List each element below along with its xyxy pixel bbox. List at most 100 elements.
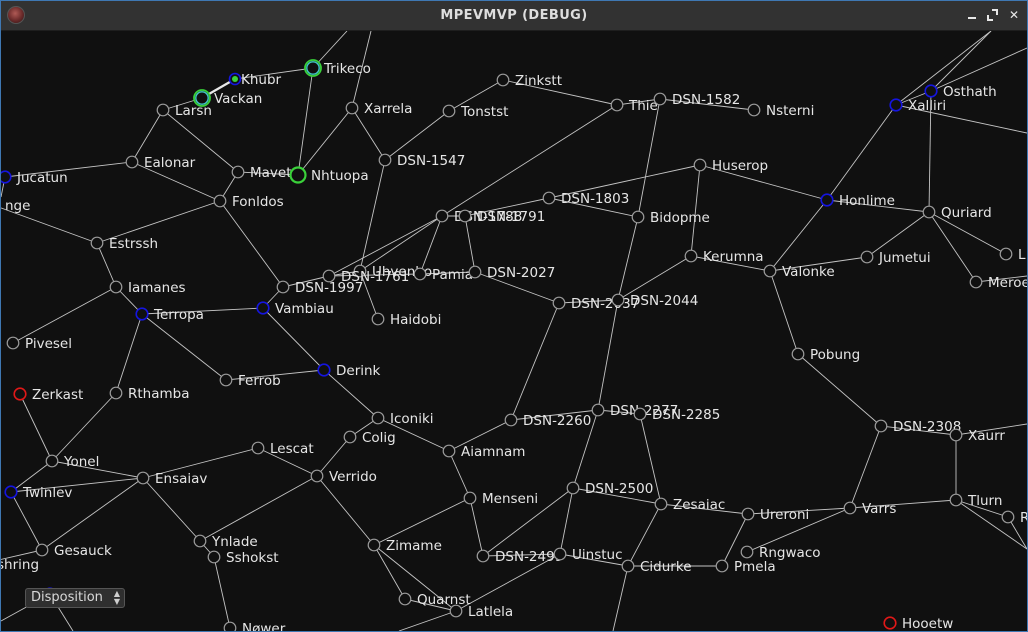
system-node-shring[interactable]: shring <box>1 557 39 573</box>
system-node-aiamnam[interactable]: Aiamnam <box>442 444 525 460</box>
system-marker-thie <box>610 98 624 112</box>
system-marker-ureroni <box>741 507 755 521</box>
system-node-meroe[interactable]: Meroe <box>969 275 1027 291</box>
system-node-verrido[interactable]: Verrido <box>310 469 377 485</box>
system-node-vambiau[interactable]: Vambiau <box>256 301 334 317</box>
system-node-pamia[interactable]: Pamia <box>413 267 473 283</box>
system-node-xaurr[interactable]: Xaurr <box>949 428 1005 444</box>
system-label-latlela: Latlela <box>468 604 513 620</box>
system-node-mavet[interactable]: Mavet <box>231 165 292 181</box>
system-node-dsn1803[interactable]: DSN-1803 <box>542 191 629 207</box>
system-node-rthamba[interactable]: Rthamba <box>109 386 190 402</box>
system-node-haidobi[interactable]: Haidobi <box>371 312 441 328</box>
system-label-varrs: Varrs <box>862 501 896 517</box>
system-marker-iamanes <box>109 280 123 294</box>
system-marker-larsn <box>156 103 170 117</box>
system-marker-bidopme <box>631 210 645 224</box>
galaxy-map[interactable]: Khubr Trikeco VackanLarsn Xarrela Zinkstt Ton… <box>1 31 1027 631</box>
system-label-haidobi: Haidobi <box>390 312 441 328</box>
system-node-iamanes[interactable]: Iamanes <box>109 280 186 296</box>
system-node-nhtuopa[interactable]: Nhtuopa <box>289 166 369 185</box>
system-label-huserop: Huserop <box>712 158 768 174</box>
system-node-zinkstt[interactable]: Zinkstt <box>496 73 562 89</box>
system-node-ledge[interactable]: L <box>999 247 1026 263</box>
system-node-inge[interactable]: nge <box>1 198 30 214</box>
system-node-cidurke[interactable]: Cidurke <box>621 559 692 575</box>
system-node-varrs[interactable]: Varrs <box>843 501 896 517</box>
system-node-ureroni[interactable]: Ureroni <box>741 507 809 523</box>
system-node-dsn1547[interactable]: DSN-1547 <box>378 153 465 169</box>
system-node-pmela[interactable]: Pmela <box>715 559 776 575</box>
system-node-nsterni[interactable]: Nsterni <box>747 103 814 119</box>
system-node-ealonar[interactable]: Ealonar <box>125 155 196 171</box>
system-node-dsn2037[interactable]: DSN-2037 <box>552 296 639 312</box>
system-node-zerkast[interactable]: Zerkast <box>13 387 83 403</box>
system-node-zimame[interactable]: Zimame <box>367 538 442 554</box>
system-label-verrido: Verrido <box>329 469 377 485</box>
system-node-hooetw[interactable]: Hooetw <box>883 616 953 631</box>
system-node-dsn2027[interactable]: DSN-2027 <box>468 265 555 281</box>
system-node-gesauck[interactable]: Gesauck <box>35 543 112 559</box>
system-marker-dsn2500 <box>566 481 580 495</box>
system-node-jumetui[interactable]: Jumetui <box>860 250 931 266</box>
system-node-dsn2499[interactable]: DSN-2499 <box>476 549 563 565</box>
system-node-honlime[interactable]: Honlime <box>820 193 895 209</box>
system-marker-terropa <box>135 307 149 321</box>
system-node-valonke[interactable]: Valonke <box>763 264 835 280</box>
system-marker-tlurn <box>949 493 963 507</box>
system-marker-dsn1547 <box>378 153 392 167</box>
system-node-dsn1997[interactable]: DSN-1997 <box>276 280 363 296</box>
system-label-iamanes: Iamanes <box>128 280 186 296</box>
system-label-dsn1803: DSN-1803 <box>561 191 629 207</box>
system-node-bidopme[interactable]: Bidopme <box>631 210 710 226</box>
system-node-nower[interactable]: Nøwer <box>223 621 286 631</box>
system-label-tonstst: Tonstst <box>460 104 508 120</box>
close-button[interactable]: ✕ <box>1007 8 1021 22</box>
system-label-dsn2027: DSN-2027 <box>487 265 555 281</box>
system-marker-pivesel <box>6 336 20 350</box>
disposition-dropdown[interactable]: Disposition ▲ ▼ <box>25 588 125 608</box>
minimize-button[interactable] <box>965 8 979 22</box>
system-node-huserop[interactable]: Huserop <box>693 158 768 174</box>
system-node-dsn2260[interactable]: DSN-2260 <box>504 413 591 429</box>
system-node-terropa[interactable]: Terropa <box>135 307 204 323</box>
system-node-zesaiac[interactable]: Zesaiac <box>654 497 725 513</box>
system-label-derink: Derink <box>336 363 381 379</box>
system-node-redge[interactable]: R <box>1001 510 1027 526</box>
system-node-ynlade[interactable]: Ynlade <box>193 534 258 550</box>
system-node-jucatun[interactable]: Jucatun <box>1 170 68 186</box>
system-marker-honlime <box>820 193 834 207</box>
system-node-twinlev[interactable]: Twinlev <box>4 485 72 501</box>
system-node-xalliri[interactable]: Xalliri <box>889 98 946 114</box>
system-node-pivesel[interactable]: Pivesel <box>6 336 72 352</box>
system-node-estrssh[interactable]: Estrssh <box>90 236 158 252</box>
system-node-quarnst[interactable]: Quarnst <box>398 592 471 608</box>
system-node-khubr[interactable]: Khubr <box>228 72 282 88</box>
system-label-cidurke: Cidurke <box>640 559 692 575</box>
system-label-jucatun: Jucatun <box>16 170 68 186</box>
system-label-colig: Colig <box>362 430 396 446</box>
system-label-menseni: Menseni <box>482 491 538 507</box>
system-label-redge: R <box>1020 510 1027 526</box>
system-node-thie[interactable]: Thie <box>610 98 658 114</box>
system-node-trikeco[interactable]: Trikeco <box>304 59 371 77</box>
system-node-derink[interactable]: Derink <box>317 363 381 379</box>
system-node-menseni[interactable]: Menseni <box>463 491 538 507</box>
system-node-lescat[interactable]: Lescat <box>251 441 314 457</box>
maximize-button[interactable] <box>986 8 1000 22</box>
system-node-pobung[interactable]: Pobung <box>791 347 860 363</box>
system-node-sshokst[interactable]: Sshokst <box>207 550 279 566</box>
system-node-ensaiav[interactable]: Ensaiav <box>136 471 207 487</box>
system-node-tonstst[interactable]: Tonstst <box>442 104 508 120</box>
system-node-ferrob[interactable]: Ferrob <box>219 373 281 389</box>
system-node-uinstuc[interactable]: Uinstuc <box>553 547 623 563</box>
system-node-iconiki[interactable]: Iconiki <box>371 411 434 427</box>
system-node-tlurn[interactable]: Tlurn <box>949 493 1002 509</box>
system-node-kerumna[interactable]: Kerumna <box>684 249 764 265</box>
system-node-larsn[interactable]: Larsn <box>156 103 212 119</box>
system-label-ynlade: Ynlade <box>211 534 258 550</box>
system-node-latlela[interactable]: Latlela <box>449 604 513 620</box>
title-bar[interactable]: MPEVMVP (DEBUG) ✕ <box>1 1 1027 31</box>
system-node-yonel[interactable]: Yonel <box>45 454 99 470</box>
system-node-colig[interactable]: Colig <box>343 430 396 446</box>
